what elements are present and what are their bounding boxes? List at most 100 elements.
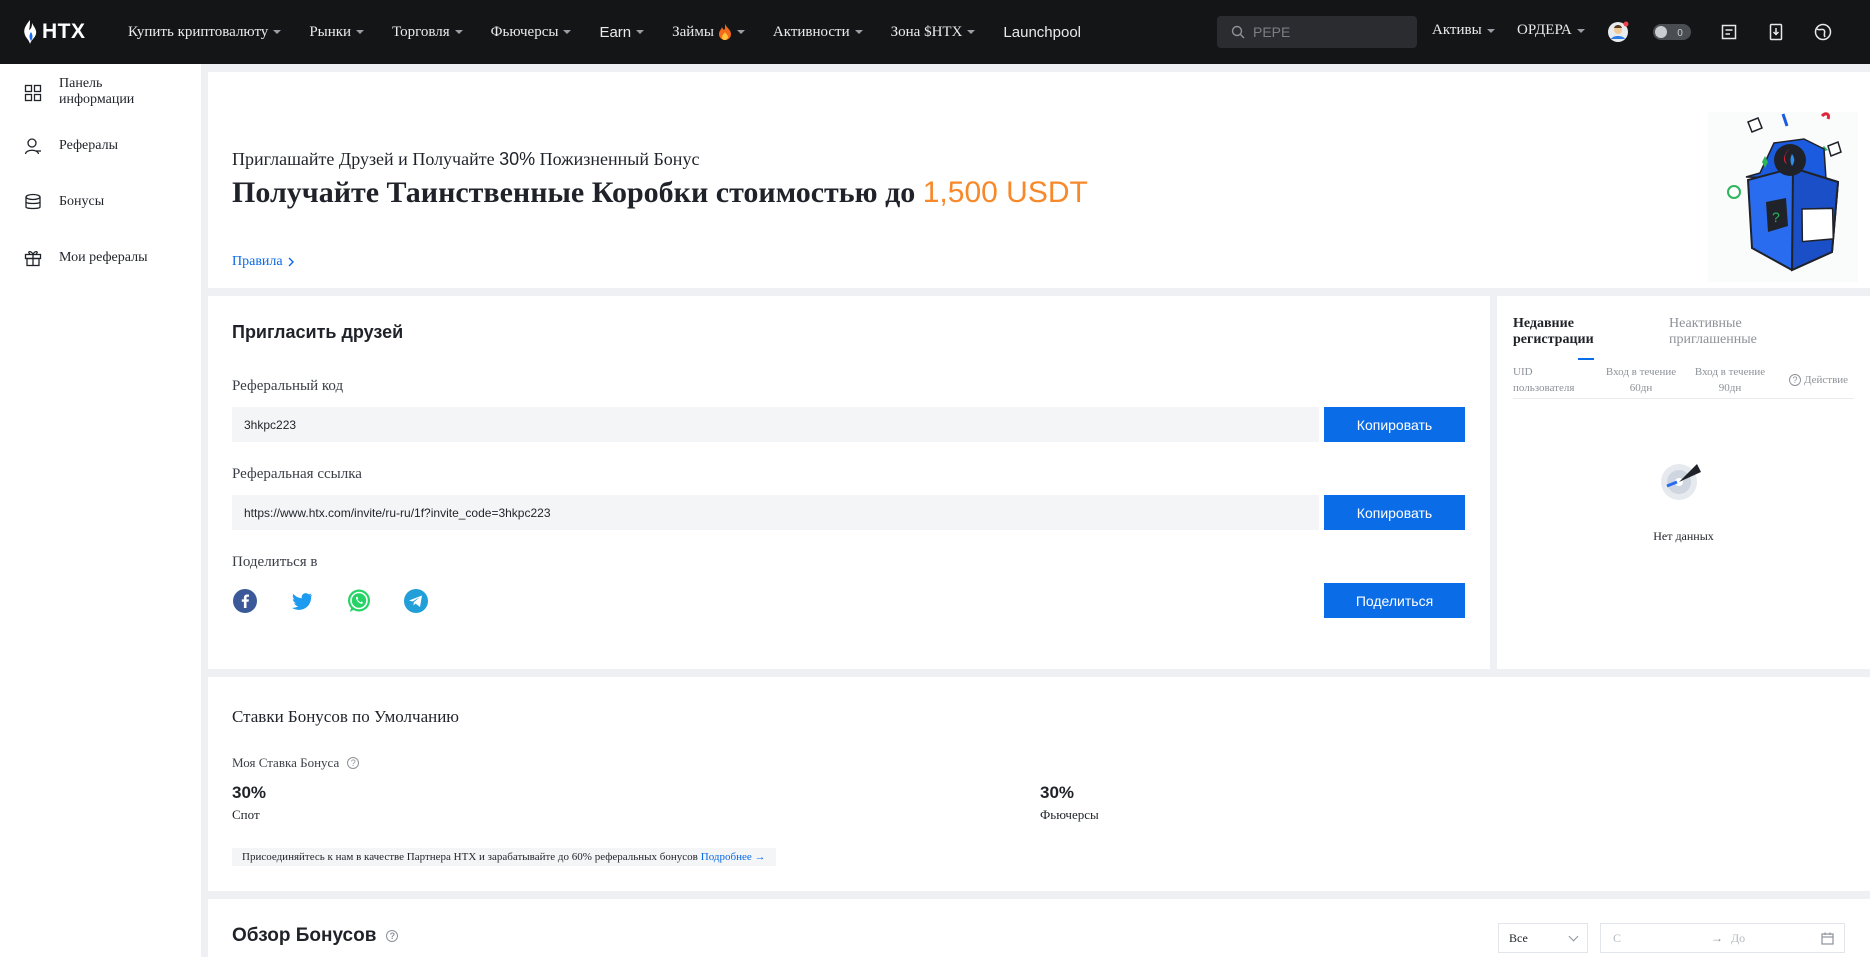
caret-down-icon <box>356 30 365 34</box>
nav-launchpool[interactable]: Launchpool <box>1003 24 1081 41</box>
nav-label: Торговля <box>392 23 450 40</box>
twitter-icon[interactable] <box>289 588 315 614</box>
top-navigation-bar: HTX Купить криптовалюту Рынки Торговля Ф… <box>0 0 1870 64</box>
messages-button[interactable] <box>1718 21 1740 43</box>
date-to: До <box>1731 930 1746 945</box>
nav-buy-crypto[interactable]: Купить криптовалюту <box>128 23 282 41</box>
copy-link-button[interactable]: Копировать <box>1324 495 1465 530</box>
gift-icon <box>24 251 42 267</box>
col-uid: UID пользователя <box>1513 366 1575 394</box>
sidebar: Панель информации Рефералы Бонусы Мои ре… <box>0 64 201 957</box>
toggle-text: 0 <box>1677 28 1683 39</box>
nav-activities[interactable]: Активности <box>773 24 863 41</box>
facebook-icon[interactable] <box>232 588 258 614</box>
nav-label: Займы <box>672 23 714 40</box>
referral-banner: Приглашайте Друзей и Получайте 30% Пожиз… <box>208 72 1870 288</box>
tab-recent-registrations[interactable]: Недавние регистрации <box>1513 316 1623 348</box>
search-box[interactable] <box>1217 16 1417 48</box>
date-range-picker[interactable]: С → До <box>1600 923 1845 953</box>
caret-down-icon <box>563 30 572 34</box>
nav-label: Зона $HTX <box>890 23 963 40</box>
caret-down-icon <box>967 30 976 34</box>
sidebar-item-dashboard[interactable]: Панель информации <box>0 76 201 110</box>
partner-text: Присоединяйтесь к нам в качестве Партнер… <box>242 851 698 863</box>
help-icon[interactable]: ? <box>347 757 360 769</box>
toggle-icon: 0 <box>1653 24 1691 40</box>
headline-text: Получайте Таинственные Коробки стоимость… <box>232 176 923 209</box>
sidebar-item-label: Панель информации <box>59 76 135 107</box>
futures-rate-label: Фьючерсы <box>1040 807 1099 822</box>
htx-logo[interactable]: HTX <box>22 17 108 47</box>
sidebar-item-label: Мои рефералы <box>59 250 148 265</box>
nav-label: Рынки <box>309 23 352 40</box>
orders-menu[interactable]: ОРДЕРА <box>1517 22 1585 39</box>
referral-link-field[interactable]: https://www.htx.com/invite/ru-ru/1f?invi… <box>232 495 1319 530</box>
empty-state-text: Нет данных <box>1653 529 1714 543</box>
sidebar-item-bonuses[interactable]: Бонусы <box>0 192 201 212</box>
chevron-down-icon <box>1568 931 1579 942</box>
spot-rate-label: Спот <box>232 807 260 822</box>
help-icon[interactable]: ? <box>1789 374 1801 386</box>
flame-logo-icon <box>24 20 37 44</box>
arrow-right-icon: → <box>1711 930 1723 945</box>
orders-label: ОРДЕРА <box>1517 22 1572 38</box>
nav-label: Купить криптовалюту <box>128 23 269 40</box>
nav-markets[interactable]: Рынки <box>309 23 365 41</box>
partner-more-link[interactable]: Подробнее → <box>701 851 766 863</box>
col-action-label: Действие <box>1804 374 1849 386</box>
col-login-90: Вход в течение 90дн <box>1694 366 1766 394</box>
whatsapp-icon[interactable] <box>346 588 372 614</box>
assets-menu[interactable]: Активы <box>1432 22 1495 39</box>
invite-friends-card: Пригласить друзей Реферальный код 3hkpc2… <box>208 296 1490 669</box>
language-button[interactable] <box>1812 21 1834 43</box>
subtitle-num: 30% <box>499 149 536 169</box>
spot-rate-value: 30% <box>232 783 267 802</box>
nav-earn[interactable]: Earn <box>599 23 645 41</box>
nav-label: Earn <box>599 23 632 41</box>
dashboard-icon <box>24 84 42 102</box>
nav-futures[interactable]: Фьючерсы <box>491 24 572 41</box>
sidebar-item-referrals[interactable]: Рефералы <box>0 136 201 156</box>
sidebar-item-label: Рефералы <box>59 138 119 153</box>
overview-title-text: Обзор Бонусов <box>232 925 377 946</box>
svg-text:?: ? <box>1772 209 1780 225</box>
caret-down-icon <box>636 30 645 34</box>
nav-trade[interactable]: Торговля <box>392 24 463 41</box>
sidebar-item-my-referrals[interactable]: Мои рефералы <box>0 248 201 268</box>
headline-amount: 1,500 USDT <box>922 176 1088 209</box>
empty-state-icon <box>1661 464 1701 500</box>
caret-down-icon <box>273 30 282 34</box>
col-action: ? Действие <box>1789 372 1848 388</box>
assets-label: Активы <box>1432 22 1482 38</box>
referral-code-field[interactable]: 3hkpc223 <box>232 407 1319 442</box>
caret-down-icon <box>854 30 863 34</box>
theme-toggle[interactable]: 0 <box>1653 21 1691 43</box>
user-icon <box>24 138 41 155</box>
subtitle-suffix: Пожизненный Бонус <box>535 149 700 169</box>
caret-down-icon <box>1576 28 1585 33</box>
bonus-type-select[interactable]: Все <box>1498 923 1588 953</box>
search-input[interactable] <box>1253 24 1403 40</box>
help-icon[interactable]: ? <box>386 930 399 942</box>
logo-text: HTX <box>42 20 86 43</box>
nav-label: Активности <box>772 23 850 40</box>
nav-loans[interactable]: Займы <box>672 24 745 41</box>
avatar-icon <box>1608 21 1629 42</box>
nav-htx-zone[interactable]: Зона $HTX <box>891 24 976 41</box>
globe-icon <box>1814 23 1832 41</box>
caret-down-icon <box>736 30 745 34</box>
avatar[interactable] <box>1607 21 1629 43</box>
telegram-icon[interactable] <box>403 588 429 614</box>
caret-down-icon <box>454 30 463 34</box>
header-divider <box>1513 398 1854 399</box>
copy-code-button[interactable]: Копировать <box>1324 407 1465 442</box>
share-button[interactable]: Поделиться <box>1324 583 1465 618</box>
search-icon <box>1231 25 1245 39</box>
partner-banner: Присоединяйтесь к нам в качестве Партнер… <box>232 848 776 866</box>
download-icon <box>1769 23 1783 41</box>
rules-link[interactable]: Правила <box>232 254 296 270</box>
tab-inactive-invitees[interactable]: Неактивные приглашенные <box>1669 316 1789 348</box>
download-button[interactable] <box>1765 21 1787 43</box>
my-rate-label: Моя Ставка Бонуса ? <box>232 755 360 771</box>
main-nav: Купить криптовалюту Рынки Торговля Фьюче… <box>128 24 1109 41</box>
